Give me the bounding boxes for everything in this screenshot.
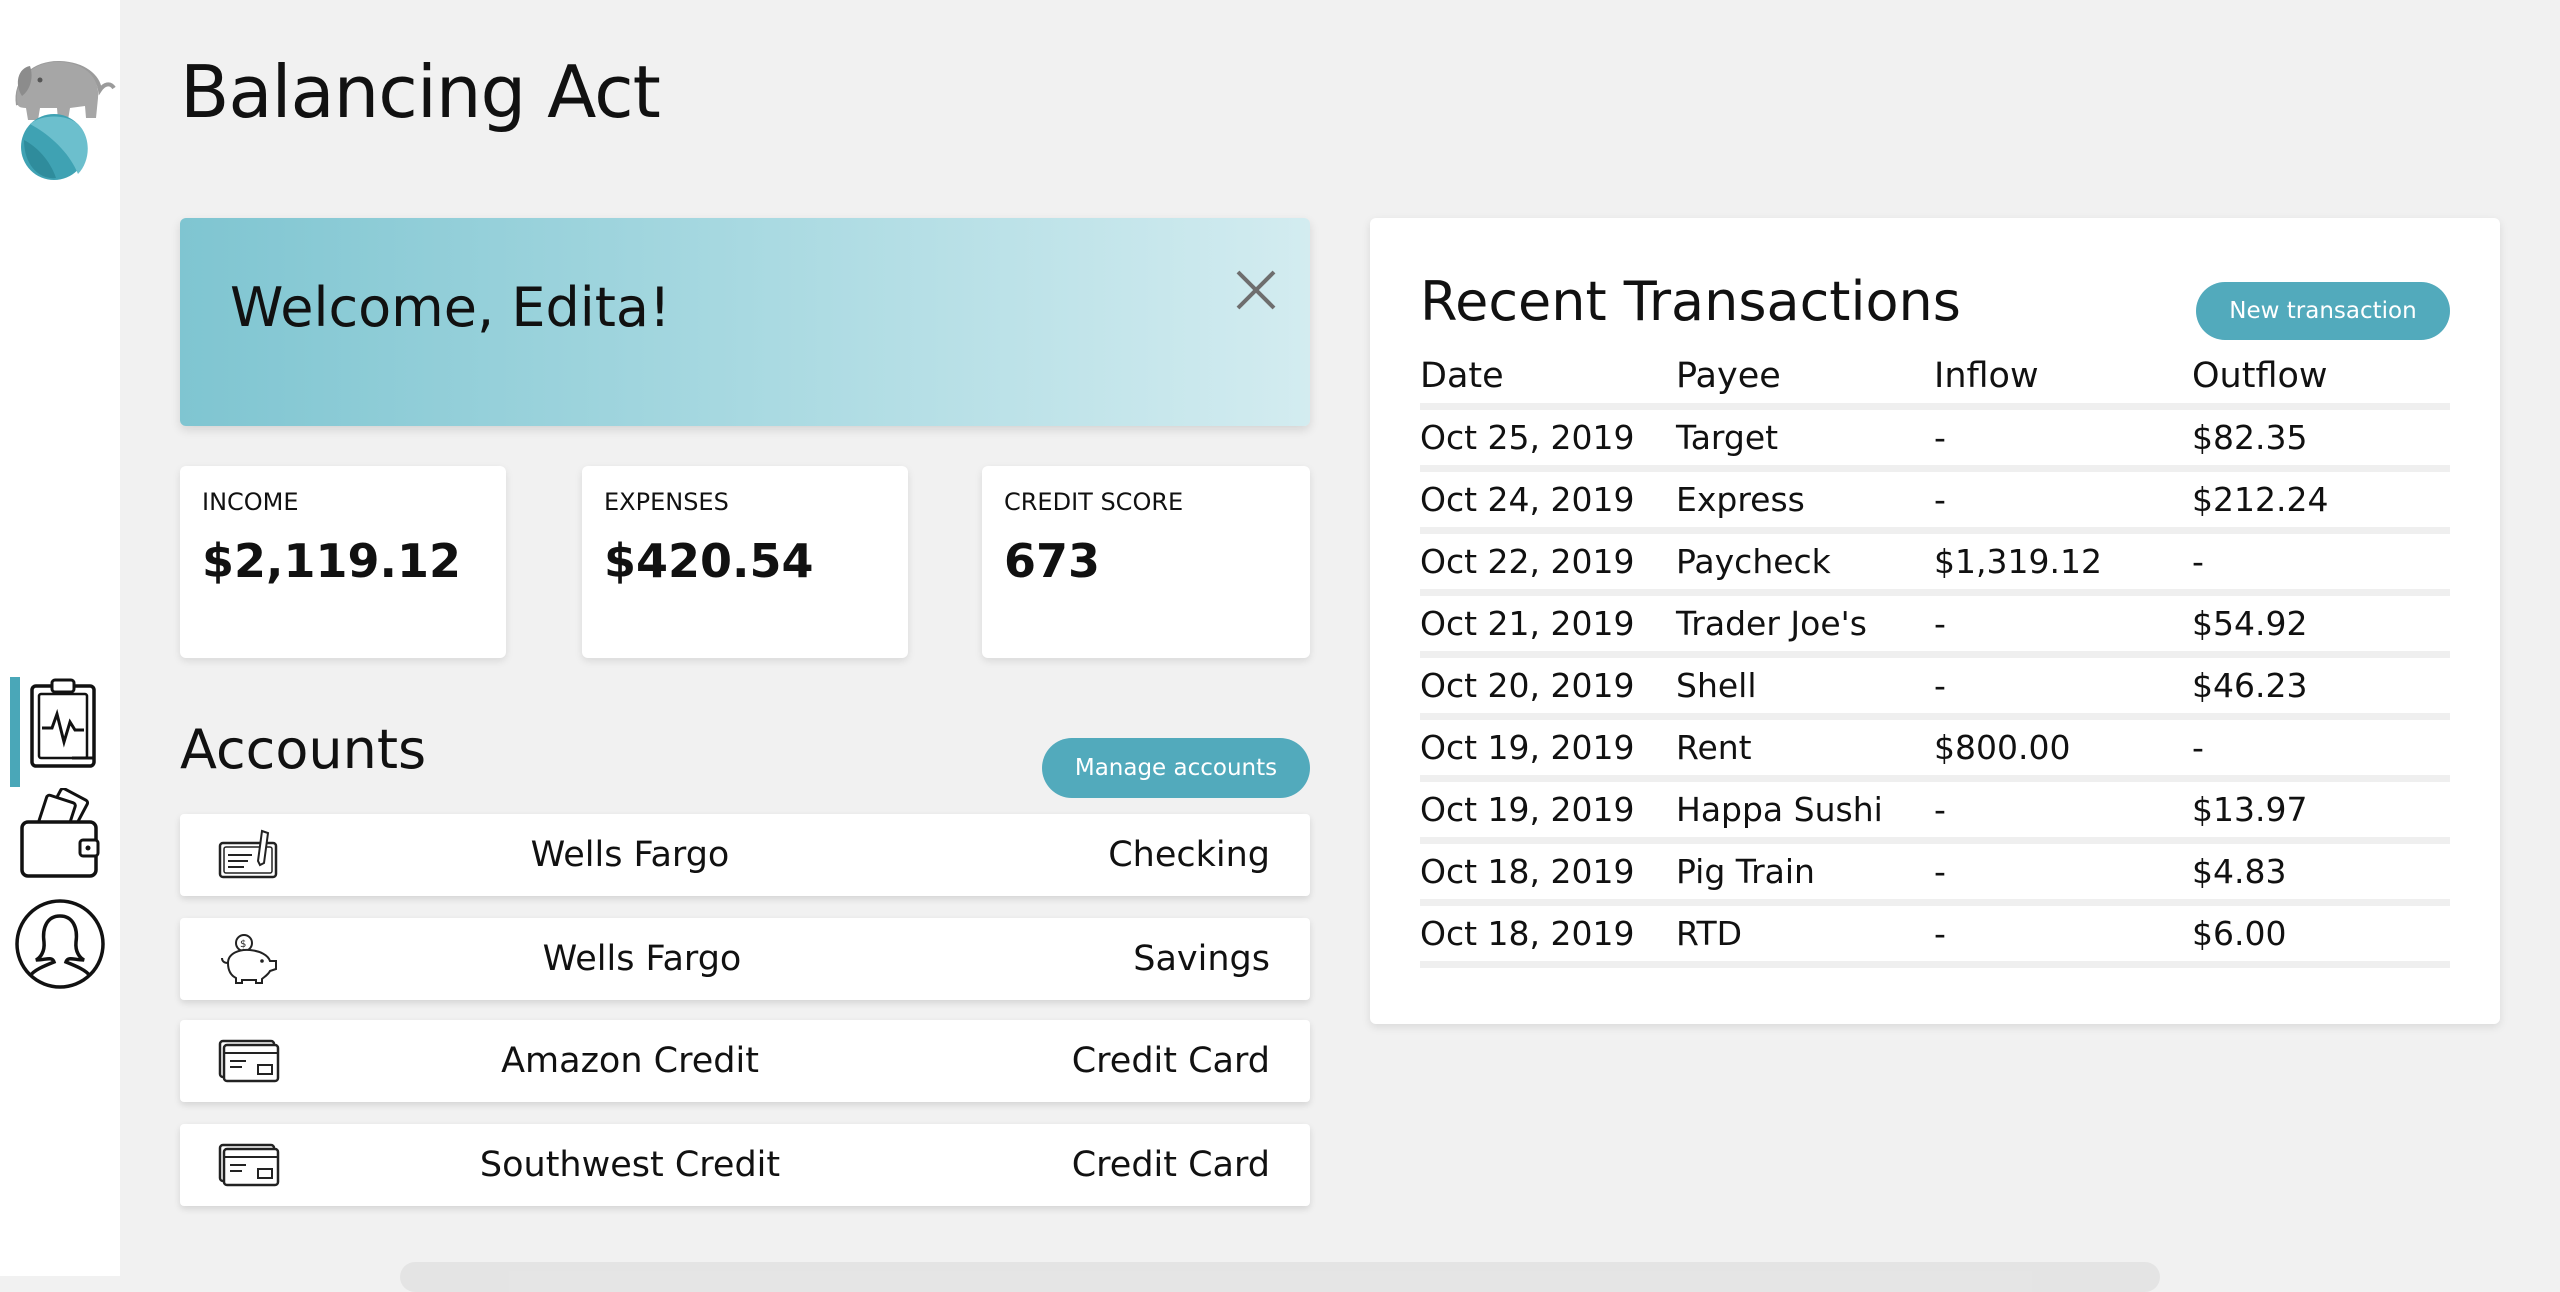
account-name: Wells Fargo — [542, 939, 742, 979]
transaction-date: Oct 19, 2019 — [1420, 728, 1635, 767]
transaction-payee: Target — [1676, 418, 1779, 457]
wallet-icon — [20, 788, 100, 878]
column-header-inflow: Inflow — [1934, 356, 2039, 396]
income-card: INCOME $2,119.12 — [180, 466, 506, 658]
table-row[interactable]: Oct 19, 2019 Rent $800.00 - — [1420, 720, 2450, 782]
expenses-label: EXPENSES — [604, 488, 729, 516]
transaction-date: Oct 18, 2019 — [1420, 914, 1635, 953]
credit-card-icon — [218, 1143, 280, 1187]
table-row[interactable]: Oct 19, 2019 Happa Sushi - $13.97 — [1420, 782, 2450, 844]
transaction-inflow: $800.00 — [1934, 728, 2071, 767]
transaction-inflow: - — [1934, 666, 1946, 705]
transaction-outflow: $13.97 — [2192, 790, 2308, 829]
transaction-payee: Shell — [1676, 666, 1757, 705]
credit-score-value: 673 — [1004, 534, 1101, 588]
welcome-banner: Welcome, Edita! — [180, 218, 1310, 426]
transaction-outflow: - — [2192, 728, 2204, 767]
expenses-card: EXPENSES $420.54 — [582, 466, 908, 658]
svg-text:$: $ — [240, 939, 246, 950]
expenses-value: $420.54 — [604, 534, 814, 588]
nav-item-wallet[interactable] — [0, 788, 120, 884]
nav-item-dashboard[interactable] — [0, 678, 120, 774]
transaction-payee: RTD — [1676, 914, 1743, 953]
transaction-inflow: - — [1934, 480, 1946, 519]
account-row[interactable]: Amazon Credit Credit Card — [180, 1020, 1310, 1102]
transaction-inflow: - — [1934, 790, 1946, 829]
transaction-outflow: $46.23 — [2192, 666, 2308, 705]
transaction-date: Oct 19, 2019 — [1420, 790, 1635, 829]
table-row[interactable]: Oct 21, 2019 Trader Joe's - $54.92 — [1420, 596, 2450, 658]
account-row[interactable]: $ Wells Fargo Savings — [180, 918, 1310, 1000]
transaction-outflow: $6.00 — [2192, 914, 2287, 953]
transaction-payee: Pig Train — [1676, 852, 1815, 891]
transaction-payee: Trader Joe's — [1676, 604, 1867, 643]
transaction-payee: Happa Sushi — [1676, 790, 1883, 829]
footer-shadow — [400, 1262, 2160, 1292]
new-transaction-button[interactable]: New transaction — [2196, 282, 2450, 340]
column-header-payee: Payee — [1676, 356, 1781, 396]
table-header-row: Date Payee Inflow Outflow — [1420, 348, 2450, 410]
page-title: Balancing Act — [180, 50, 661, 134]
piggy-bank-icon: $ — [221, 934, 277, 984]
income-label: INCOME — [202, 488, 299, 516]
transaction-outflow: $212.24 — [2192, 480, 2329, 519]
column-header-date: Date — [1420, 356, 1504, 396]
table-row[interactable]: Oct 18, 2019 Pig Train - $4.83 — [1420, 844, 2450, 906]
transaction-date: Oct 22, 2019 — [1420, 542, 1635, 581]
transactions-table: Date Payee Inflow Outflow Oct 25, 2019 T… — [1420, 348, 2450, 968]
transaction-date: Oct 25, 2019 — [1420, 418, 1635, 457]
transaction-inflow: - — [1934, 852, 1946, 891]
account-name: Amazon Credit — [501, 1041, 759, 1081]
account-type: Credit Card — [1071, 1145, 1270, 1185]
checkbook-icon — [218, 829, 278, 879]
accounts-heading: Accounts — [180, 718, 427, 781]
transaction-outflow: $82.35 — [2192, 418, 2308, 457]
transaction-inflow: - — [1934, 914, 1946, 953]
transaction-payee: Rent — [1676, 728, 1752, 767]
credit-score-card: CREDIT SCORE 673 — [982, 466, 1310, 658]
transaction-date: Oct 21, 2019 — [1420, 604, 1635, 643]
table-row[interactable]: Oct 18, 2019 RTD - $6.00 — [1420, 906, 2450, 968]
account-type: Savings — [1133, 939, 1270, 979]
manage-accounts-button[interactable]: Manage accounts — [1042, 738, 1310, 798]
user-avatar-icon — [15, 899, 105, 989]
transaction-outflow: - — [2192, 542, 2204, 581]
credit-score-label: CREDIT SCORE — [1004, 488, 1184, 516]
table-row[interactable]: Oct 24, 2019 Express - $212.24 — [1420, 472, 2450, 534]
transaction-outflow: $4.83 — [2192, 852, 2287, 891]
column-header-outflow: Outflow — [2192, 356, 2328, 396]
table-row[interactable]: Oct 25, 2019 Target - $82.35 — [1420, 410, 2450, 472]
credit-card-icon — [218, 1039, 280, 1083]
transaction-outflow: $54.92 — [2192, 604, 2308, 643]
transactions-heading: Recent Transactions — [1420, 270, 1961, 333]
transaction-inflow: - — [1934, 418, 1946, 457]
nav-item-profile[interactable] — [0, 896, 120, 992]
recent-transactions-panel: Recent Transactions New transaction Date… — [1370, 218, 2500, 1024]
close-banner-button[interactable] — [1230, 264, 1282, 316]
transaction-inflow: $1,319.12 — [1934, 542, 2102, 581]
transaction-date: Oct 20, 2019 — [1420, 666, 1635, 705]
account-type: Credit Card — [1071, 1041, 1270, 1081]
account-type: Checking — [1108, 835, 1270, 875]
income-value: $2,119.12 — [202, 534, 461, 588]
transaction-date: Oct 24, 2019 — [1420, 480, 1635, 519]
table-row[interactable]: Oct 20, 2019 Shell - $46.23 — [1420, 658, 2450, 720]
account-name: Wells Fargo — [530, 835, 730, 875]
close-icon — [1236, 270, 1276, 310]
transaction-inflow: - — [1934, 604, 1946, 643]
account-row[interactable]: Southwest Credit Credit Card — [180, 1124, 1310, 1206]
sidebar — [0, 0, 120, 1276]
elephant-on-ball-logo — [0, 50, 120, 185]
welcome-message: Welcome, Edita! — [230, 276, 671, 339]
health-clipboard-icon — [30, 678, 96, 768]
table-row[interactable]: Oct 22, 2019 Paycheck $1,319.12 - — [1420, 534, 2450, 596]
account-name: Southwest Credit — [479, 1145, 781, 1185]
transaction-date: Oct 18, 2019 — [1420, 852, 1635, 891]
account-row[interactable]: Wells Fargo Checking — [180, 814, 1310, 896]
transaction-payee: Express — [1676, 480, 1805, 519]
transaction-payee: Paycheck — [1676, 542, 1831, 581]
